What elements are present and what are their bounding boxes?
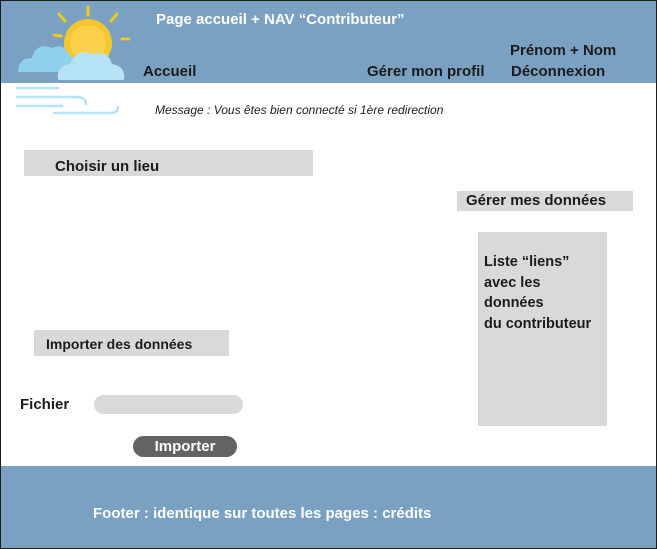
contributor-links-list-text: Liste “liens” avec les données du contri… (484, 254, 592, 332)
footer-text: Footer : identique sur toutes les pages … (93, 505, 432, 522)
user-name: Prénom + Nom (510, 42, 617, 59)
import-section-label: Importer des données (46, 336, 193, 352)
manage-data-label: Gérer mes données (466, 192, 607, 209)
login-message: Message : Vous êtes bien connecté si 1èr… (155, 103, 444, 117)
file-input[interactable] (94, 395, 243, 414)
nav-profile-link[interactable]: Gérer mon profil (367, 63, 485, 80)
import-button[interactable]: Importer (133, 436, 237, 457)
choose-place-label: Choisir un lieu (55, 158, 160, 175)
page-title: Page accueil + NAV “Contributeur” (156, 11, 405, 28)
file-label: Fichier (20, 396, 70, 413)
nav-home-link[interactable]: Accueil (143, 63, 196, 80)
sun-cloud-wind-icon (15, 5, 131, 115)
logout-link[interactable]: Déconnexion (511, 63, 605, 80)
